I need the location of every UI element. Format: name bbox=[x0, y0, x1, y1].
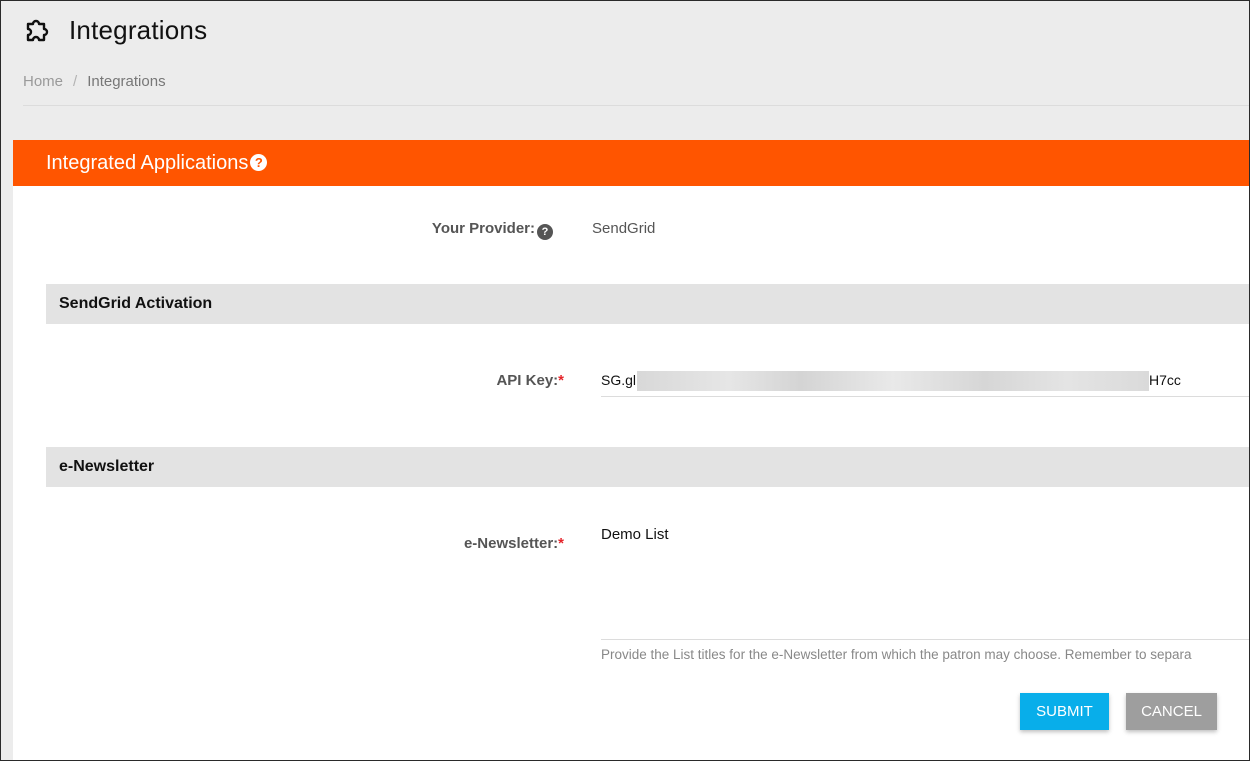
puzzle-icon bbox=[23, 16, 51, 44]
breadcrumb-separator: / bbox=[73, 73, 78, 90]
newsletter-textarea[interactable]: Demo List bbox=[601, 524, 1249, 640]
breadcrumb: Home / Integrations bbox=[23, 73, 166, 90]
api-key-label-wrap: API Key:* bbox=[413, 372, 564, 389]
newsletter-label-wrap: e-Newsletter:* bbox=[393, 535, 564, 552]
section-activation: SendGrid Activation bbox=[46, 284, 1249, 324]
panel-header: Integrated Applications? bbox=[13, 140, 1249, 186]
help-icon[interactable]: ? bbox=[250, 153, 268, 171]
breadcrumb-home[interactable]: Home bbox=[23, 73, 63, 90]
newsletter-label: e-Newsletter: bbox=[463, 535, 559, 552]
integrations-panel: Integrated Applications? Your Provider:?… bbox=[13, 140, 1249, 760]
breadcrumb-current: Integrations bbox=[87, 73, 166, 90]
submit-button[interactable]: SUBMIT bbox=[1020, 693, 1109, 730]
api-key-redaction bbox=[637, 371, 1149, 391]
api-key-prefix: SG.gl bbox=[601, 372, 637, 388]
api-key-input[interactable]: SG.gl H7cc bbox=[601, 370, 1249, 397]
newsletter-value: Demo List bbox=[601, 526, 669, 543]
api-key-label: API Key: bbox=[496, 372, 559, 389]
header-divider bbox=[23, 105, 1249, 106]
page-header: Integrations bbox=[23, 13, 207, 47]
provider-label-wrap: Your Provider:? bbox=[413, 220, 553, 240]
api-key-suffix: H7cc bbox=[1149, 372, 1181, 388]
newsletter-hint: Provide the List titles for the e-Newsle… bbox=[601, 647, 1192, 662]
required-marker: * bbox=[558, 372, 564, 389]
provider-help-icon[interactable]: ? bbox=[537, 224, 553, 240]
page-title: Integrations bbox=[69, 14, 208, 45]
app-frame: Integrations Home / Integrations Integrate… bbox=[0, 0, 1250, 761]
provider-label: Your Provider: bbox=[431, 220, 535, 237]
provider-value: SendGrid bbox=[592, 220, 656, 237]
section-newsletter: e-Newsletter bbox=[46, 447, 1249, 487]
cancel-button[interactable]: CANCEL bbox=[1126, 693, 1217, 730]
required-marker: * bbox=[558, 535, 564, 552]
panel-title: Integrated Applications bbox=[46, 151, 249, 174]
